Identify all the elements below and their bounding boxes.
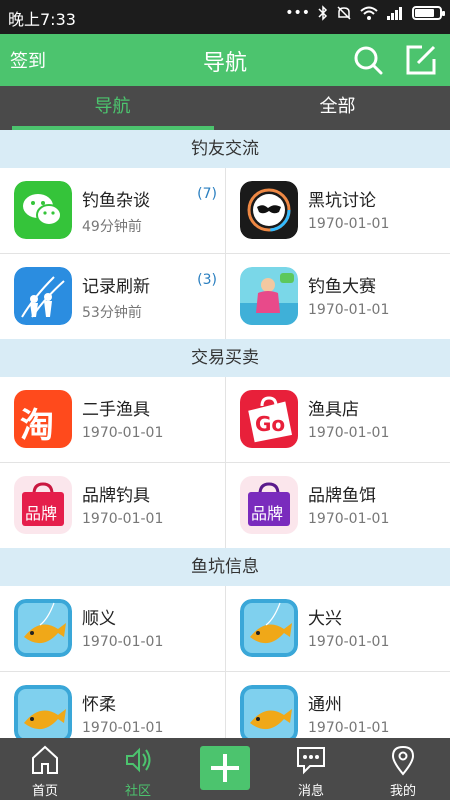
forum-item[interactable]: 钓鱼杂谈 49分钟前 (7) [0,168,225,253]
home-icon [32,745,58,774]
taobao-badge: 淘 [20,406,54,446]
item-time: 1970-01-01 [82,634,164,650]
grid-row: 淘 二手渔具 1970-01-01 Go 渔具店 1970-01-01 [0,377,450,463]
item-count: (3) [197,272,217,288]
forum-item[interactable]: 钓鱼大赛 1970-01-01 [225,254,450,339]
section-header: 交易买卖 [0,339,450,377]
nav-label: 消息 [297,784,324,799]
item-time: 1970-01-01 [82,425,164,441]
item-time: 1970-01-01 [308,302,390,318]
tab-bar: 导航 全部 [0,86,450,130]
fish-icon [240,599,298,657]
item-time: 53分钟前 [82,305,142,321]
nav-label: 首页 [31,784,58,799]
nav-messages[interactable]: 消息 [266,738,356,800]
location-pin-icon [391,745,415,776]
dots-icon: ••• [285,5,310,21]
shopping-bag-icon: Go [240,390,298,448]
item-name: 渔具店 [308,400,359,420]
forum-item[interactable]: 品牌 品牌钓具 1970-01-01 [0,463,225,548]
plus-icon [211,754,239,782]
forum-item[interactable]: 黑坑讨论 1970-01-01 [225,168,450,253]
tab-navigation[interactable]: 导航 [0,86,225,130]
nav-label: 社区 [124,784,151,799]
nav-community[interactable]: 社区 [93,738,183,800]
item-name: 钓鱼杂谈 [82,191,150,211]
forum-item[interactable]: 大兴 1970-01-01 [225,586,450,671]
item-name: 怀柔 [82,695,116,715]
item-time: 1970-01-01 [308,511,390,527]
wechat-icon [14,181,72,239]
item-name: 通州 [308,695,342,715]
brand-badge: 品牌 [25,504,58,523]
item-name: 顺义 [82,609,116,629]
item-name: 二手渔具 [82,400,150,420]
mute-icon [337,6,351,20]
message-icon [297,747,325,775]
bluetooth-icon [318,5,328,21]
item-time: 1970-01-01 [308,425,390,441]
item-count: (7) [197,186,217,202]
fish-icon [14,685,72,743]
edit-icon[interactable] [404,43,438,77]
grid-row: 记录刷新 53分钟前 (3) 钓鱼大赛 1970-01-01 [0,254,450,340]
fish-icon [240,685,298,743]
nav-mine[interactable]: 我的 [358,738,448,800]
section-header: 钓友交流 [0,130,450,168]
item-time: 1970-01-01 [82,511,164,527]
item-time: 1970-01-01 [308,720,390,736]
nav-home[interactable]: 首页 [0,738,90,800]
search-icon[interactable] [352,44,384,76]
wifi-icon [360,6,378,20]
grid-row: 钓鱼杂谈 49分钟前 (7) 黑坑讨论 1970-01-01 [0,168,450,254]
fish-icon [14,599,72,657]
taobao-icon: 淘 [14,390,72,448]
anglers-icon [14,267,72,325]
status-time: 晚上7:33 [8,10,76,29]
forum-item[interactable]: Go 渔具店 1970-01-01 [225,377,450,462]
add-post-button[interactable] [200,746,250,790]
item-name: 品牌鱼饵 [308,486,376,506]
item-time: 1970-01-01 [82,720,164,736]
grid-row: 品牌 品牌钓具 1970-01-01 品牌 品牌鱼饵 1970-01-01 [0,463,450,549]
app-header: 签到 导航 [0,34,450,86]
nav-label: 我的 [389,784,416,799]
signal-icon [387,7,402,20]
item-name: 钓鱼大赛 [308,277,376,297]
status-bar: 晚上7:33 ••• [0,0,450,34]
forum-item[interactable]: 品牌 品牌鱼饵 1970-01-01 [225,463,450,548]
item-time: 1970-01-01 [308,216,390,232]
brand-badge: 品牌 [251,504,284,523]
item-time: 49分钟前 [82,219,142,235]
game-icon [240,267,298,325]
mask-icon [240,181,298,239]
item-name: 记录刷新 [82,277,150,297]
battery-icon [412,6,445,20]
tab-all[interactable]: 全部 [225,86,450,130]
item-time: 1970-01-01 [308,634,390,650]
go-badge: Go [255,412,286,436]
grid-row: 顺义 1970-01-01 大兴 1970-01-01 [0,586,450,672]
item-name: 品牌钓具 [82,486,150,506]
item-name: 黑坑讨论 [308,191,376,211]
forum-item[interactable]: 记录刷新 53分钟前 (3) [0,254,225,339]
brand-bag-icon: 品牌 [14,476,72,534]
community-icon [126,747,151,773]
item-name: 大兴 [308,609,342,629]
forum-item[interactable]: 淘 二手渔具 1970-01-01 [0,377,225,462]
forum-item[interactable]: 顺义 1970-01-01 [0,586,225,671]
brand-bag-purple-icon: 品牌 [240,476,298,534]
status-icons: ••• [285,5,445,21]
section-header: 鱼坑信息 [0,548,450,586]
bottom-nav: 首页 社区 消息 我的 [0,738,450,800]
